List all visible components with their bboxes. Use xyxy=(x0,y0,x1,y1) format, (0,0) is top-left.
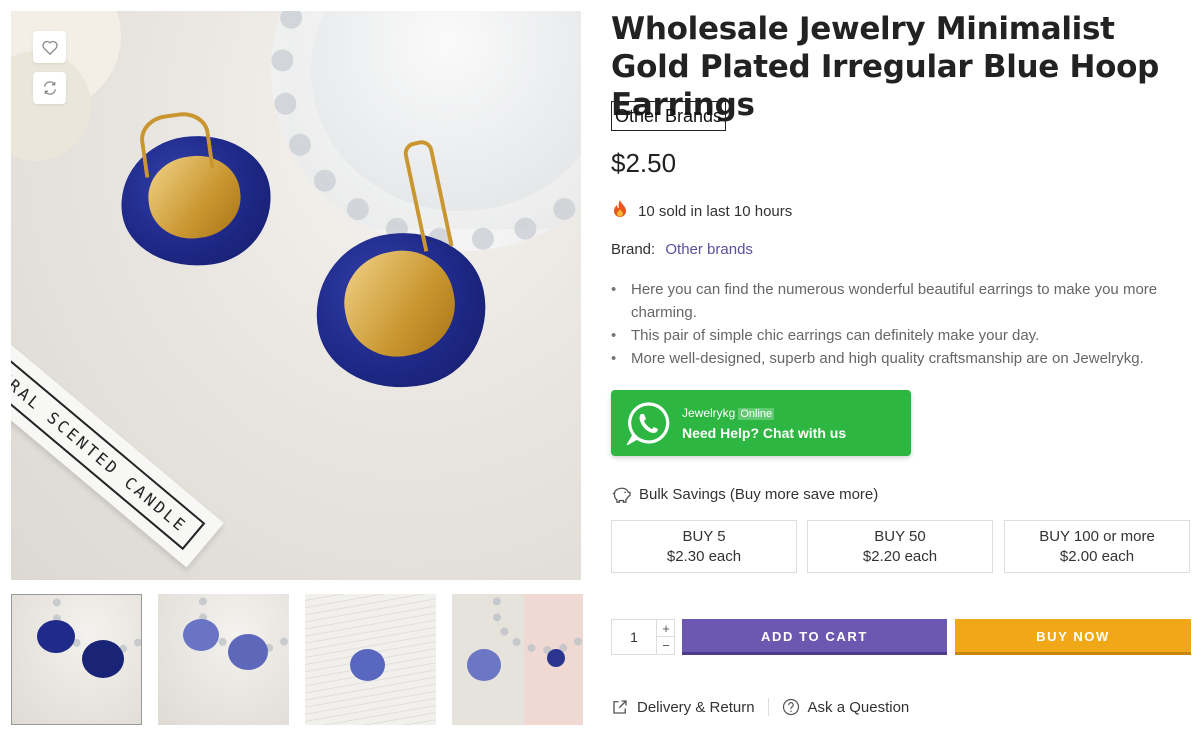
share-box-icon xyxy=(613,700,627,714)
candle-label-card: NATURAL SCENTED CANDLE xyxy=(11,311,224,568)
tier-quantity: BUY 100 or more xyxy=(1039,528,1155,545)
ask-question-label: Ask a Question xyxy=(807,698,910,716)
thumbnail-1[interactable] xyxy=(11,594,142,725)
bulk-tier[interactable]: BUY 50 $2.20 each xyxy=(807,520,993,573)
whatsapp-help-text: Need Help? Chat with us xyxy=(682,424,847,441)
feature-list: Here you can find the numerous wonderful… xyxy=(611,278,1181,370)
sold-text: 10 sold in last 10 hours xyxy=(638,202,793,220)
whatsapp-icon xyxy=(626,402,670,445)
feature-item: More well-designed, superb and high qual… xyxy=(611,347,1181,370)
candle-label-text: NATURAL SCENTED CANDLE xyxy=(11,328,206,550)
brand-label: Brand: xyxy=(611,241,656,258)
product-price: $2.50 xyxy=(611,148,677,178)
delivery-return-link[interactable]: Delivery & Return xyxy=(611,698,755,716)
whatsapp-chat-button[interactable]: Jewelrykg Online Need Help? Chat with us xyxy=(611,390,911,456)
tier-quantity: BUY 50 xyxy=(874,528,926,545)
main-product-image[interactable]: NATURAL SCENTED CANDLE xyxy=(11,11,581,580)
thumbnail-strip xyxy=(11,594,583,725)
piggy-bank-icon xyxy=(612,487,631,503)
add-to-cart-button[interactable]: ADD TO CART xyxy=(682,619,947,655)
brand-link[interactable]: Other brands xyxy=(665,241,753,258)
quantity-minus-button[interactable]: − xyxy=(656,637,675,654)
bulk-savings-title: Bulk Savings (Buy more save more) xyxy=(611,485,878,503)
whatsapp-agent-name: Jewelrykg xyxy=(682,405,736,420)
feature-item: Here you can find the numerous wonderful… xyxy=(611,278,1181,324)
ask-question-link[interactable]: Ask a Question xyxy=(782,698,910,716)
fire-icon xyxy=(611,200,629,222)
quantity-input[interactable]: 1 xyxy=(612,620,656,654)
link-divider xyxy=(767,698,769,716)
bulk-tier[interactable]: BUY 100 or more $2.00 each xyxy=(1004,520,1190,573)
bulk-savings-text: Bulk Savings (Buy more save more) xyxy=(639,485,879,503)
thumbnail-3[interactable] xyxy=(305,594,436,725)
heart-icon xyxy=(41,40,58,55)
whatsapp-status: Online xyxy=(738,407,775,420)
brand-line: Brand: Other brands xyxy=(611,241,753,258)
feature-item: This pair of simple chic earrings can de… xyxy=(611,324,1181,347)
buy-now-button[interactable]: BUY NOW xyxy=(955,619,1191,655)
bulk-tiers: BUY 5 $2.30 each BUY 50 $2.20 each BUY 1… xyxy=(611,520,1192,573)
quantity-plus-button[interactable]: + xyxy=(656,620,675,637)
sold-counter: 10 sold in last 10 hours xyxy=(611,200,792,222)
delivery-return-label: Delivery & Return xyxy=(637,698,755,716)
tier-quantity: BUY 5 xyxy=(682,528,726,545)
wishlist-button[interactable] xyxy=(33,31,66,63)
brand-badge[interactable]: Other Brands xyxy=(611,101,727,131)
compare-icon xyxy=(43,81,56,95)
question-circle-icon xyxy=(782,698,799,716)
footer-links: Delivery & Return Ask a Question xyxy=(611,698,909,716)
thumbnail-4[interactable] xyxy=(452,594,583,725)
tier-price: $2.00 each xyxy=(1059,548,1135,565)
bulk-tier[interactable]: BUY 5 $2.30 each xyxy=(611,520,797,573)
compare-button[interactable] xyxy=(33,72,66,104)
quantity-stepper: 1 + − xyxy=(611,619,675,655)
left-earring xyxy=(112,108,280,276)
tier-price: $2.20 each xyxy=(862,548,938,565)
tier-price: $2.30 each xyxy=(666,548,742,565)
thumbnail-2[interactable] xyxy=(158,594,289,725)
